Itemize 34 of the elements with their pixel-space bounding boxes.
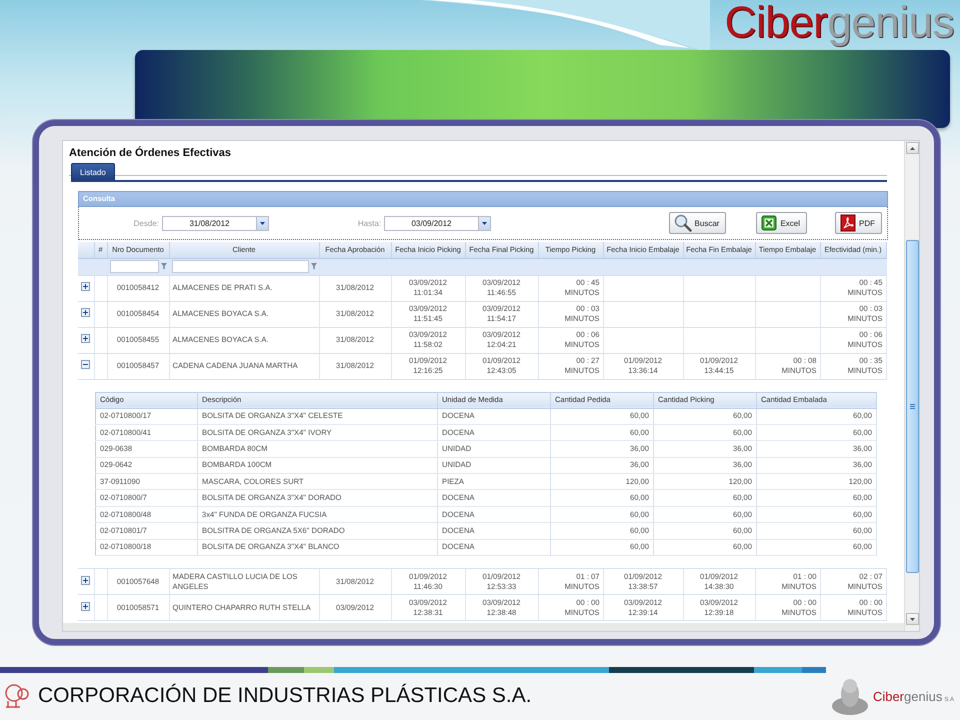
date-field[interactable]: 31/08/2012 (162, 216, 269, 230)
toolbar-button[interactable]: Buscar (668, 212, 726, 234)
scrollbar-thumb[interactable] (906, 240, 918, 573)
arrow-up-icon (910, 146, 914, 150)
dropdown-button[interactable] (478, 216, 490, 230)
filter-field[interactable] (172, 260, 308, 273)
plus-icon[interactable] (81, 282, 90, 291)
arrow-down-icon (910, 618, 914, 620)
caret-icon (260, 222, 265, 224)
filter-icon[interactable] (310, 263, 316, 270)
figure-icon (830, 676, 870, 716)
spreadsheet-icon (761, 215, 778, 231)
field-label: Desde: (132, 218, 159, 228)
plus-icon[interactable] (81, 576, 90, 585)
minus-icon[interactable] (81, 360, 90, 369)
search-icon (674, 214, 692, 232)
caret-icon (482, 222, 487, 224)
document-icon (840, 214, 856, 232)
logo: Cibergenius (724, 0, 954, 48)
scroll-up-button[interactable] (906, 142, 918, 154)
plus-icon[interactable] (81, 308, 90, 317)
plus-icon[interactable] (81, 334, 90, 343)
toolbar-button[interactable]: Excel (756, 212, 807, 234)
date-field[interactable]: 03/09/2012 (384, 216, 491, 230)
field-label: Hasta: (356, 218, 381, 228)
grip-icon (910, 404, 914, 409)
company-name: CORPORACIÓN DE INDUSTRIAS PLÁSTICAS S.A. (38, 684, 533, 708)
scroll-down-button[interactable] (906, 613, 918, 625)
tab[interactable]: Listado (71, 163, 115, 180)
filter-icon[interactable] (160, 263, 166, 270)
toolbar-button[interactable]: PDF (835, 212, 882, 234)
plus-icon[interactable] (81, 602, 90, 611)
dropdown-button[interactable] (256, 216, 268, 230)
filter-field[interactable] (110, 260, 158, 273)
